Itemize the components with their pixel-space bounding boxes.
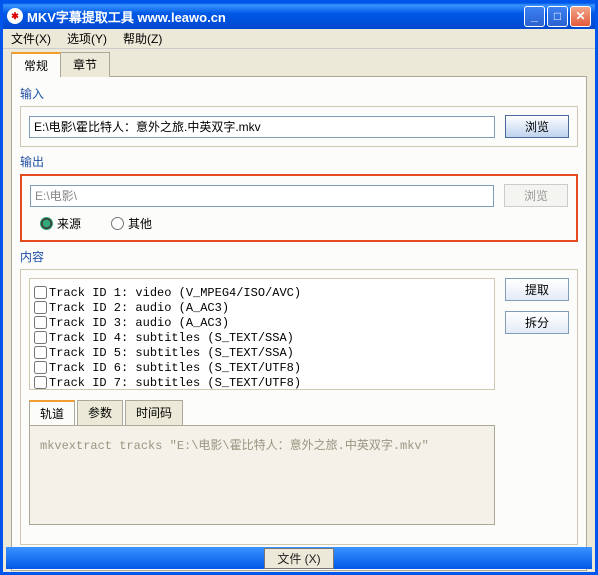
track-checkbox[interactable] <box>34 286 47 299</box>
output-radio-group: 来源 其他 <box>30 215 568 232</box>
list-item[interactable]: Track ID 7: subtitles (S_TEXT/UTF8) <box>34 375 490 390</box>
app-icon: ✱ <box>7 8 23 24</box>
tracks-list: Track ID 1: video (V_MPEG4/ISO/AVC) Trac… <box>29 278 495 390</box>
track-checkbox[interactable] <box>34 376 47 389</box>
track-checkbox[interactable] <box>34 316 47 329</box>
output-path-field[interactable] <box>30 185 494 207</box>
main-tab-strip: 常规 章节 <box>11 51 587 77</box>
radio-other-label: 其他 <box>128 215 152 232</box>
client-area: 常规 章节 输入 浏览 输出 浏览 来源 <box>3 49 595 575</box>
track-checkbox[interactable] <box>34 331 47 344</box>
input-browse-button[interactable]: 浏览 <box>505 115 569 138</box>
track-checkbox[interactable] <box>34 301 47 314</box>
statusbar: 文件 (X) <box>6 547 592 569</box>
output-section-label: 输出 <box>20 153 578 170</box>
content-group: Track ID 1: video (V_MPEG4/ISO/AVC) Trac… <box>20 269 578 545</box>
split-button[interactable]: 拆分 <box>505 311 569 334</box>
maximize-button[interactable]: □ <box>547 6 568 27</box>
app-window: ✱ MKV字幕提取工具 www.leawo.cn _ □ ✕ 文件(X) 选项(… <box>0 0 598 575</box>
list-item[interactable]: Track ID 5: subtitles (S_TEXT/SSA) <box>34 345 490 360</box>
menu-file[interactable]: 文件(X) <box>7 29 55 48</box>
titlebar[interactable]: ✱ MKV字幕提取工具 www.leawo.cn _ □ ✕ <box>3 3 595 29</box>
radio-source[interactable]: 来源 <box>40 215 81 232</box>
tab-chapters[interactable]: 章节 <box>60 52 110 77</box>
input-path-field[interactable] <box>29 116 495 138</box>
command-preview: mkvextract tracks "E:\电影\霍比特人：意外之旅.中英双字.… <box>29 425 495 525</box>
inner-tab-params[interactable]: 参数 <box>77 400 123 425</box>
menu-help[interactable]: 帮助(Z) <box>119 29 166 48</box>
radio-other[interactable]: 其他 <box>111 215 152 232</box>
list-item[interactable]: Track ID 3: audio (A_AC3) <box>34 315 490 330</box>
inner-tab-timecode[interactable]: 时间码 <box>125 400 183 425</box>
radio-other-input[interactable] <box>111 217 124 230</box>
extract-button[interactable]: 提取 <box>505 278 569 301</box>
output-group: 浏览 来源 其他 <box>20 174 578 242</box>
output-browse-button: 浏览 <box>504 184 568 207</box>
track-checkbox[interactable] <box>34 346 47 359</box>
tab-panel-general: 输入 浏览 输出 浏览 来源 <box>11 77 587 571</box>
inner-tab-track[interactable]: 轨道 <box>29 400 75 425</box>
content-section-label: 内容 <box>20 248 578 265</box>
input-group: 浏览 <box>20 106 578 147</box>
menu-options[interactable]: 选项(Y) <box>63 29 111 48</box>
window-controls: _ □ ✕ <box>524 6 591 27</box>
inner-tab-strip: 轨道 参数 时间码 <box>29 400 495 425</box>
window-title: MKV字幕提取工具 www.leawo.cn <box>27 7 524 26</box>
radio-source-input[interactable] <box>40 217 53 230</box>
list-item[interactable]: Track ID 6: subtitles (S_TEXT/UTF8) <box>34 360 490 375</box>
list-item[interactable]: Track ID 4: subtitles (S_TEXT/SSA) <box>34 330 490 345</box>
status-file-button[interactable]: 文件 (X) <box>264 548 333 569</box>
track-checkbox[interactable] <box>34 361 47 374</box>
minimize-button[interactable]: _ <box>524 6 545 27</box>
menubar: 文件(X) 选项(Y) 帮助(Z) <box>3 29 595 49</box>
input-section-label: 输入 <box>20 85 578 102</box>
radio-source-label: 来源 <box>57 215 81 232</box>
tab-general[interactable]: 常规 <box>11 52 61 77</box>
content-action-buttons: 提取 拆分 <box>505 278 569 334</box>
close-button[interactable]: ✕ <box>570 6 591 27</box>
list-item[interactable]: Track ID 2: audio (A_AC3) <box>34 300 490 315</box>
list-item[interactable]: Track ID 1: video (V_MPEG4/ISO/AVC) <box>34 285 490 300</box>
